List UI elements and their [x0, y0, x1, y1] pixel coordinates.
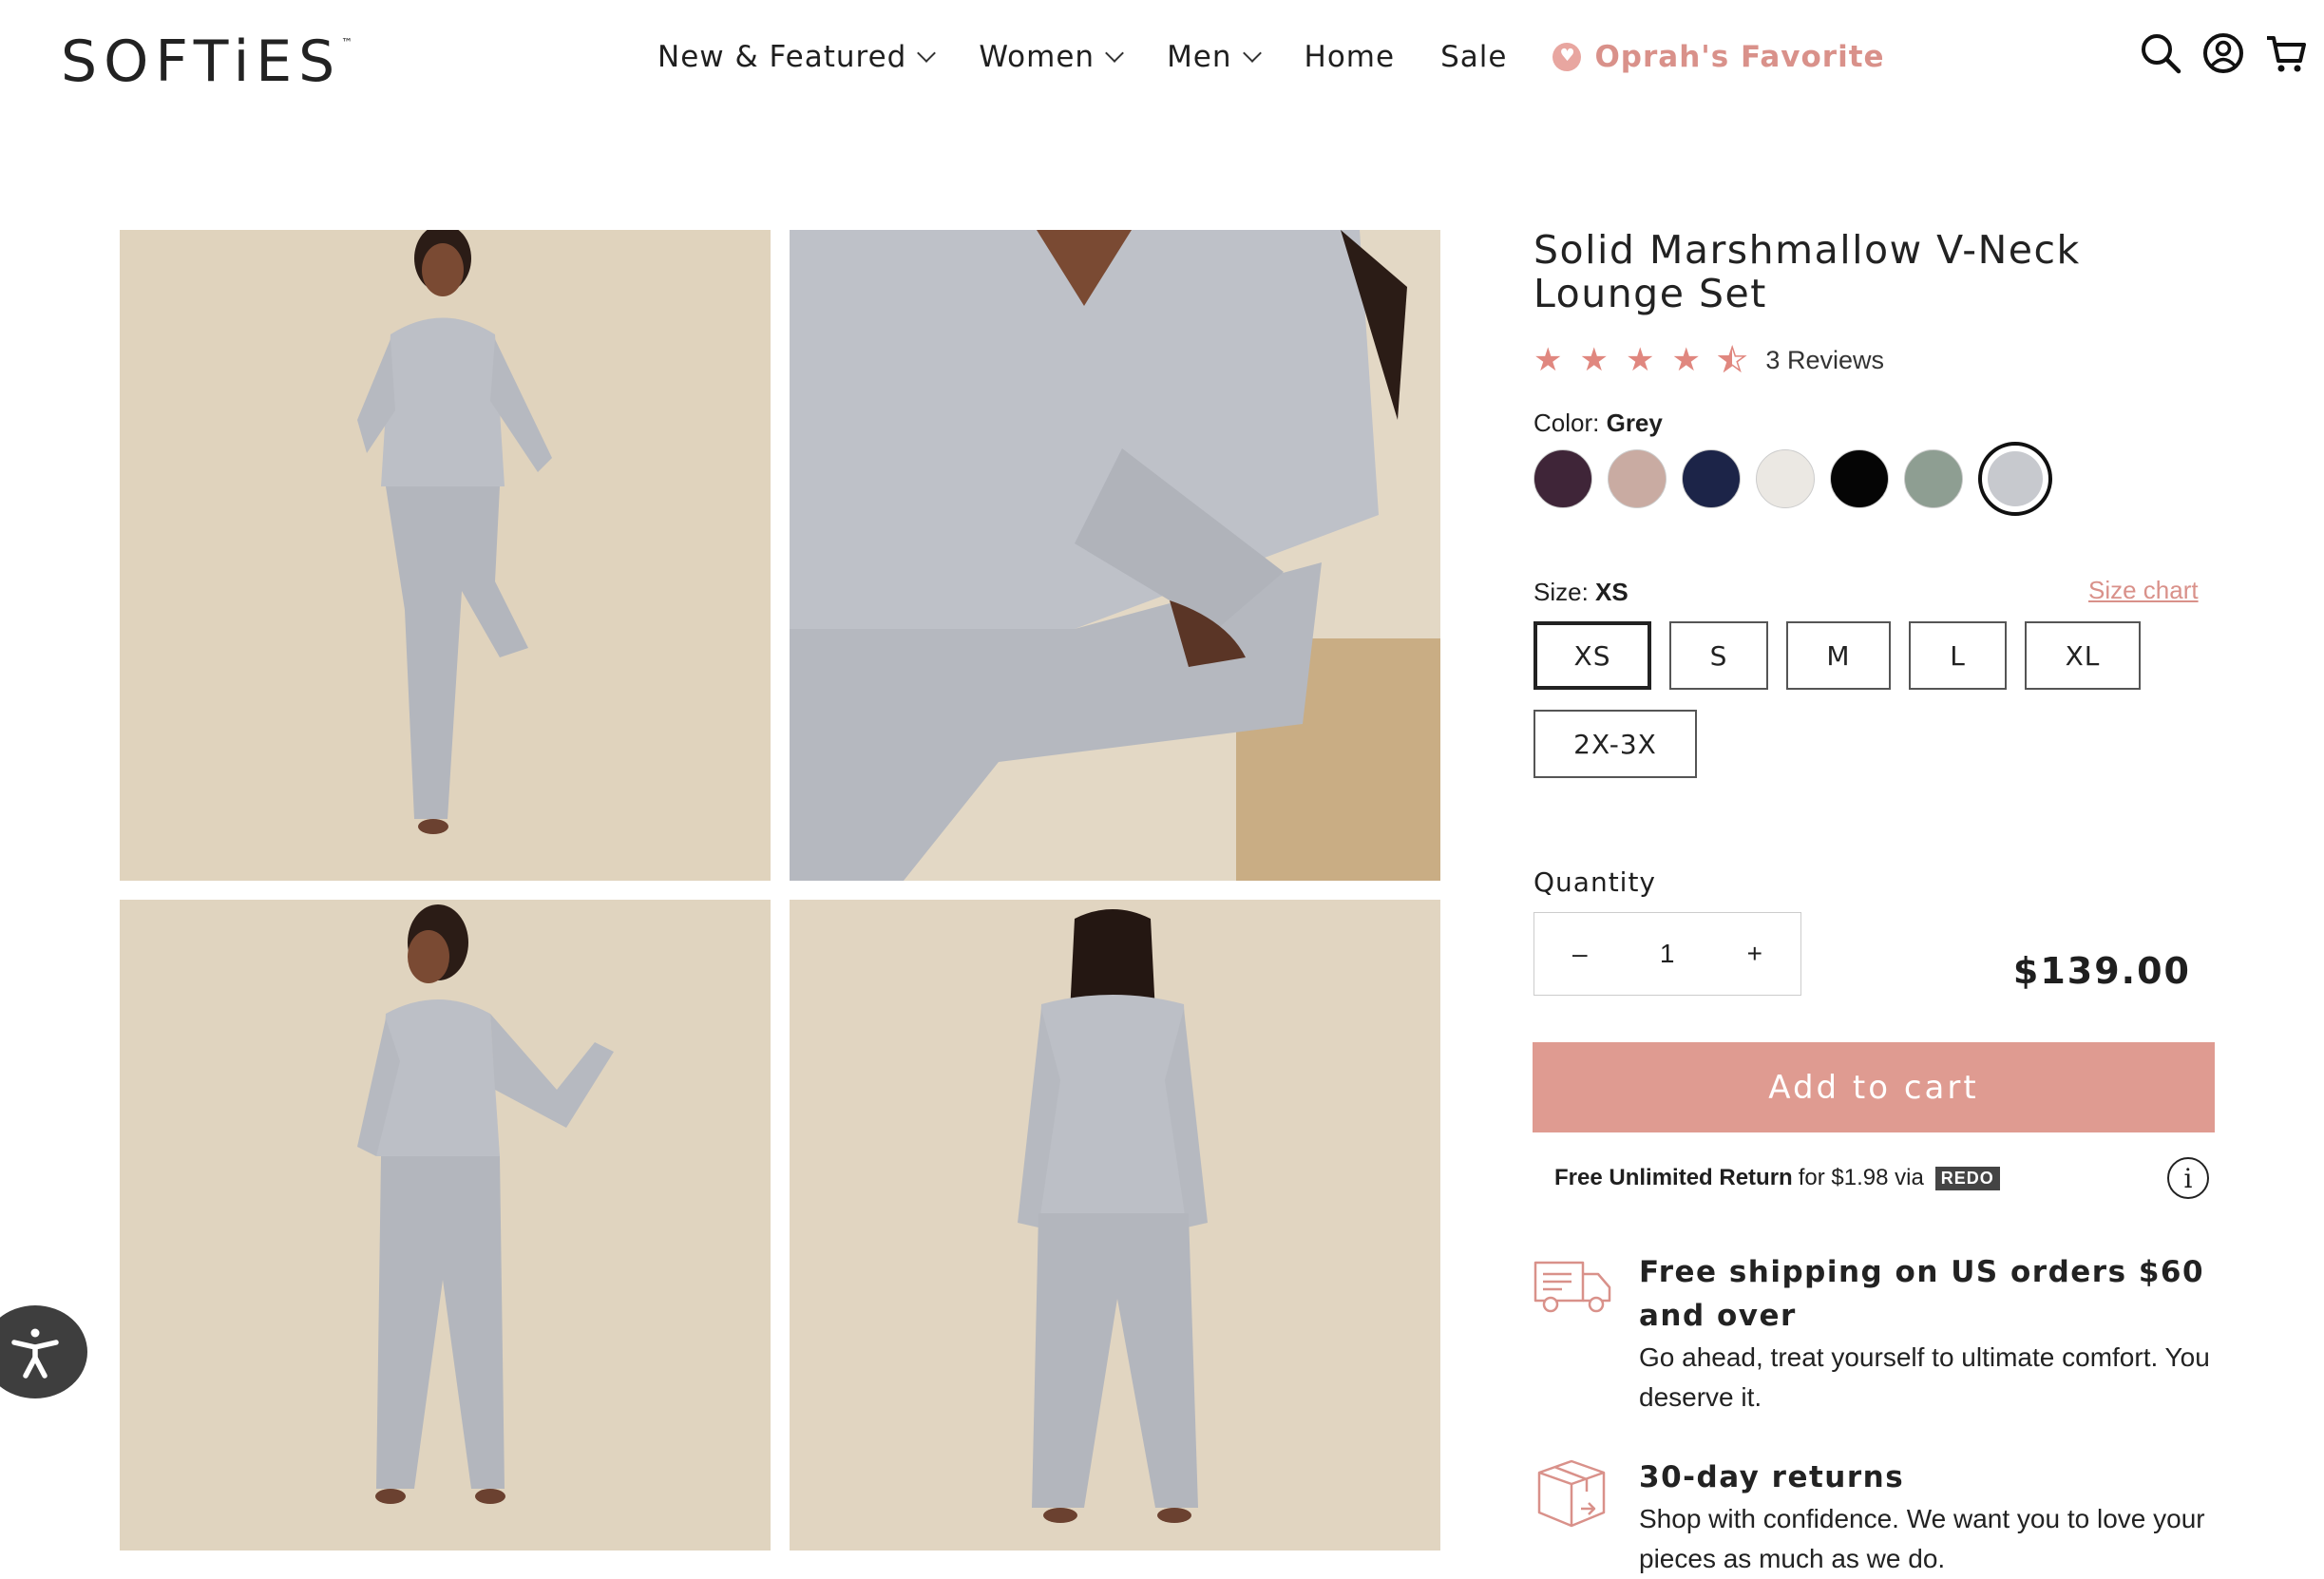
size-selected-value: XS: [1595, 578, 1629, 606]
nav-women[interactable]: Women: [979, 40, 1124, 74]
return-offer-text: for $1.98 via: [1798, 1165, 1924, 1190]
product-price: $139.00: [2012, 950, 2191, 992]
star-full-icon: ★: [1671, 342, 1701, 378]
accessibility-button[interactable]: [0, 1305, 87, 1398]
accessibility-icon: [11, 1328, 59, 1379]
product-image-1[interactable]: [120, 230, 771, 881]
nav-label: New & Featured: [657, 40, 907, 74]
color-swatch[interactable]: [1830, 449, 1889, 508]
feature-shipping: Free shipping on US orders $60 and over …: [1639, 1250, 2228, 1417]
product-title: Solid Marshmallow V-Neck Lounge Set: [1533, 227, 2081, 316]
add-to-cart-button[interactable]: Add to cart: [1533, 1042, 2215, 1132]
nav-new-featured[interactable]: New & Featured: [657, 40, 937, 74]
color-swatch[interactable]: [1682, 449, 1741, 508]
size-option-s[interactable]: S: [1669, 621, 1768, 690]
star-half-icon: ★: [1717, 342, 1747, 378]
product-image-2[interactable]: [790, 230, 1440, 881]
quantity-increase-button[interactable]: +: [1747, 939, 1762, 969]
chevron-down-icon: [1242, 44, 1262, 63]
account-icon[interactable]: [2202, 32, 2244, 74]
size-label: Size: XS: [1533, 578, 1629, 607]
nav-oprahs-favorite[interactable]: Oprah's Favorite: [1553, 40, 1884, 74]
product-photo-seated-closeup: [790, 230, 1440, 881]
trademark-mark: ™: [341, 36, 353, 49]
quantity-label: Quantity: [1533, 866, 1656, 898]
product-photo-sleeve-detail: [120, 900, 771, 1550]
color-swatch-selected[interactable]: [1978, 442, 2052, 516]
feature-title: 30-day returns: [1639, 1460, 1905, 1494]
color-label: Color: Grey: [1533, 409, 1663, 438]
color-swatch[interactable]: [1756, 449, 1815, 508]
feature-description: Go ahead, treat yourself to ultimate com…: [1639, 1342, 2210, 1412]
feature-description: Shop with confidence. We want you to lov…: [1639, 1504, 2205, 1573]
star-full-icon: ★: [1625, 342, 1655, 378]
size-option-l[interactable]: L: [1909, 621, 2007, 690]
size-chart-link[interactable]: Size chart: [2088, 576, 2199, 605]
reviews-count[interactable]: 3 Reviews: [1765, 346, 1884, 375]
quantity-decrease-button[interactable]: –: [1572, 939, 1588, 969]
product-photo-back-view: [790, 900, 1440, 1550]
nav-label: Oprah's Favorite: [1594, 40, 1885, 74]
nav-label: Sale: [1440, 40, 1508, 74]
main-nav: New & Featured Women Men Home Sale Oprah…: [657, 36, 1885, 78]
product-image-3[interactable]: [120, 900, 771, 1550]
search-icon[interactable]: [2140, 32, 2181, 74]
box-return-icon: [1537, 1459, 1606, 1528]
chevron-down-icon: [917, 44, 937, 63]
nav-label: Home: [1304, 40, 1396, 74]
size-option-xs[interactable]: XS: [1533, 621, 1651, 690]
product-image-4[interactable]: [790, 900, 1440, 1550]
star-full-icon: ★: [1533, 342, 1563, 378]
nav-label: Men: [1167, 40, 1232, 74]
info-icon[interactable]: i: [2167, 1157, 2209, 1199]
redo-logo: REDO: [1934, 1166, 2000, 1190]
logo-text: SOFTiES: [61, 29, 342, 95]
free-return-offer[interactable]: Free Unlimited Return for $1.98 via REDO: [1554, 1165, 2000, 1191]
star-full-icon: ★: [1579, 342, 1609, 378]
nav-men[interactable]: Men: [1167, 40, 1262, 74]
header-icons: [2140, 32, 2307, 74]
color-swatch[interactable]: [1904, 449, 1963, 508]
cart-icon[interactable]: [2265, 32, 2307, 74]
feature-title: Free shipping on US orders $60 and over: [1639, 1255, 2205, 1333]
feature-returns: 30-day returns Shop with confidence. We …: [1639, 1455, 2228, 1579]
delivery-truck-icon: [1533, 1261, 1611, 1313]
rating-stars[interactable]: ★ ★ ★ ★ ★ 3 Reviews: [1533, 342, 1884, 378]
color-label-text: Color:: [1533, 409, 1600, 437]
size-option-m[interactable]: M: [1786, 621, 1891, 690]
nav-label: Women: [979, 40, 1095, 74]
quantity-value[interactable]: 1: [1660, 939, 1675, 969]
color-swatch[interactable]: [1533, 449, 1592, 508]
heart-badge-icon: [1553, 43, 1582, 71]
color-swatch[interactable]: [1608, 449, 1667, 508]
color-swatches: [1533, 442, 2052, 516]
brand-logo[interactable]: SOFTiES™: [61, 29, 352, 95]
product-photo-front-pose: [120, 230, 771, 881]
size-label-text: Size:: [1533, 578, 1589, 606]
chevron-down-icon: [1105, 44, 1124, 63]
color-selected-value: Grey: [1606, 409, 1663, 437]
size-option-2x-3x[interactable]: 2X-3X: [1533, 710, 1697, 778]
nav-sale[interactable]: Sale: [1440, 40, 1507, 74]
return-offer-bold: Free Unlimited Return: [1554, 1165, 1793, 1190]
nav-home[interactable]: Home: [1305, 40, 1396, 74]
size-option-xl[interactable]: XL: [2025, 621, 2141, 690]
quantity-stepper: – 1 +: [1533, 912, 1801, 996]
